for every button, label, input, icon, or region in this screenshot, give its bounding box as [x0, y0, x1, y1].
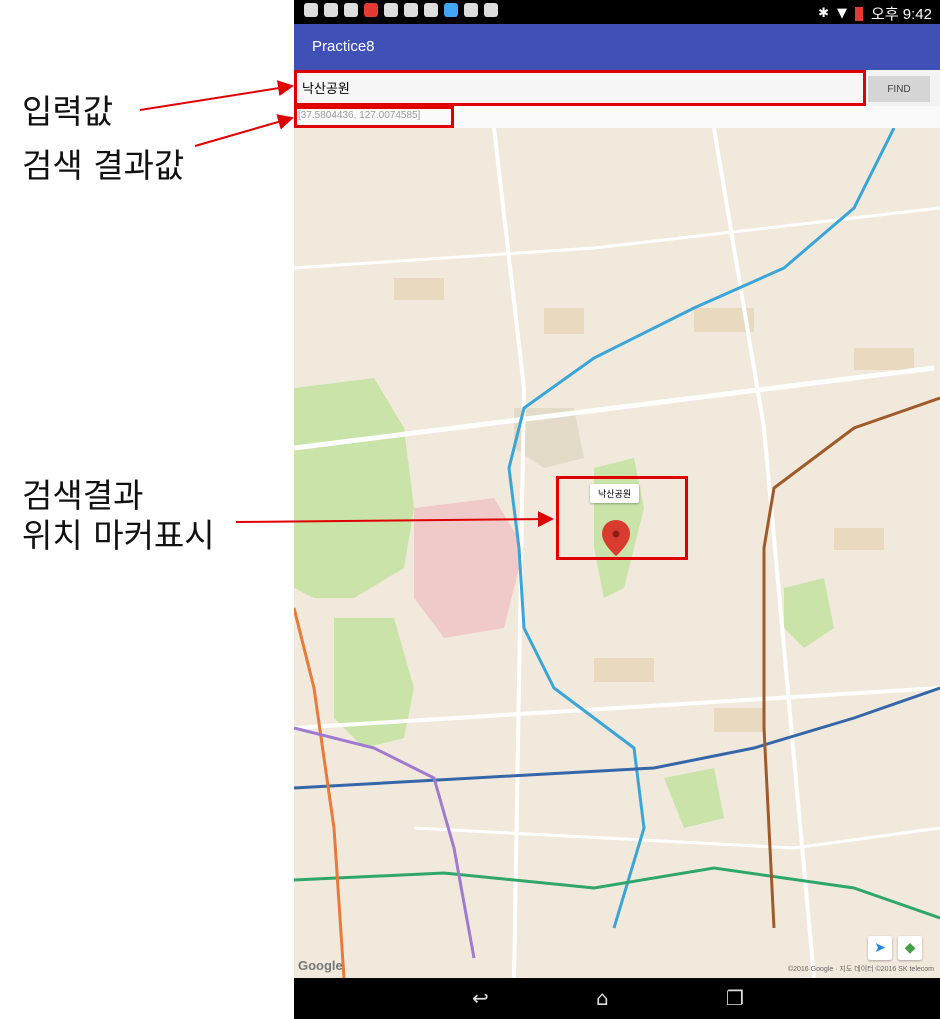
directions-icon[interactable]: ➤ — [868, 936, 892, 960]
home-icon[interactable]: ⌂ — [596, 986, 609, 1010]
park-area — [784, 578, 834, 648]
arrow-to-input — [139, 80, 294, 111]
notification-icon — [464, 3, 478, 17]
annotation-marker-label: 검색결과 위치 마커표시 — [22, 476, 215, 556]
subway-line-green — [294, 866, 940, 920]
park-area — [664, 768, 724, 828]
find-button[interactable]: FIND — [868, 76, 930, 102]
notification-icon — [384, 3, 398, 17]
campus-area — [414, 498, 524, 638]
notification-icon — [304, 3, 318, 17]
notification-icon — [484, 3, 498, 17]
notification-icon — [404, 3, 418, 17]
back-icon[interactable]: ↩ — [472, 986, 489, 1010]
phone-screen: ✱ ▼ 오후 9:42 Practice8 FIND [37.5804436, … — [294, 0, 940, 1019]
google-logo: Google — [298, 958, 343, 973]
annotation-marker-line2: 위치 마커표시 — [22, 516, 215, 555]
notification-icon — [324, 3, 338, 17]
google-maps-icon[interactable]: ◆ — [898, 936, 922, 960]
building-block — [714, 708, 764, 732]
app-bar: Practice8 — [294, 24, 940, 70]
result-highlight-box — [294, 106, 454, 128]
warning-icon — [424, 3, 438, 17]
park-area — [334, 618, 414, 748]
building-block — [544, 308, 584, 334]
notification-icon — [364, 3, 378, 17]
building-block — [854, 348, 914, 370]
app-title: Practice8 — [312, 38, 375, 55]
arrow-to-result — [194, 114, 294, 147]
bluetooth-icon: ✱ — [818, 6, 830, 21]
notification-icon — [444, 3, 458, 17]
notification-icons — [304, 3, 498, 17]
building-block — [394, 278, 444, 300]
annotation-input-label: 입력값 — [22, 92, 114, 131]
building-block — [834, 528, 884, 550]
status-time: 오후 9:42 — [871, 6, 932, 23]
map-attribution: ©2016 Google · 지도 데이터 ©2016 SK telecom — [787, 966, 934, 973]
input-highlight-box — [294, 70, 866, 106]
system-status: ✱ ▼ 오후 9:42 — [818, 3, 932, 24]
annotation-marker-line1: 검색결과 — [22, 476, 144, 515]
battery-icon — [855, 6, 864, 21]
road — [413, 826, 940, 850]
subway-line-purple — [294, 726, 476, 959]
park-area — [294, 378, 414, 598]
recent-apps-icon[interactable]: ❐ — [726, 986, 744, 1010]
building-block — [594, 658, 654, 682]
annotation-result-label: 검색 결과값 — [22, 146, 185, 185]
navigation-bar: ↩ ⌂ ❐ — [294, 978, 940, 1019]
usb-icon — [344, 3, 358, 17]
wifi-icon: ▼ — [837, 6, 848, 21]
marker-highlight-box — [556, 476, 688, 560]
status-bar: ✱ ▼ 오후 9:42 — [294, 0, 940, 24]
